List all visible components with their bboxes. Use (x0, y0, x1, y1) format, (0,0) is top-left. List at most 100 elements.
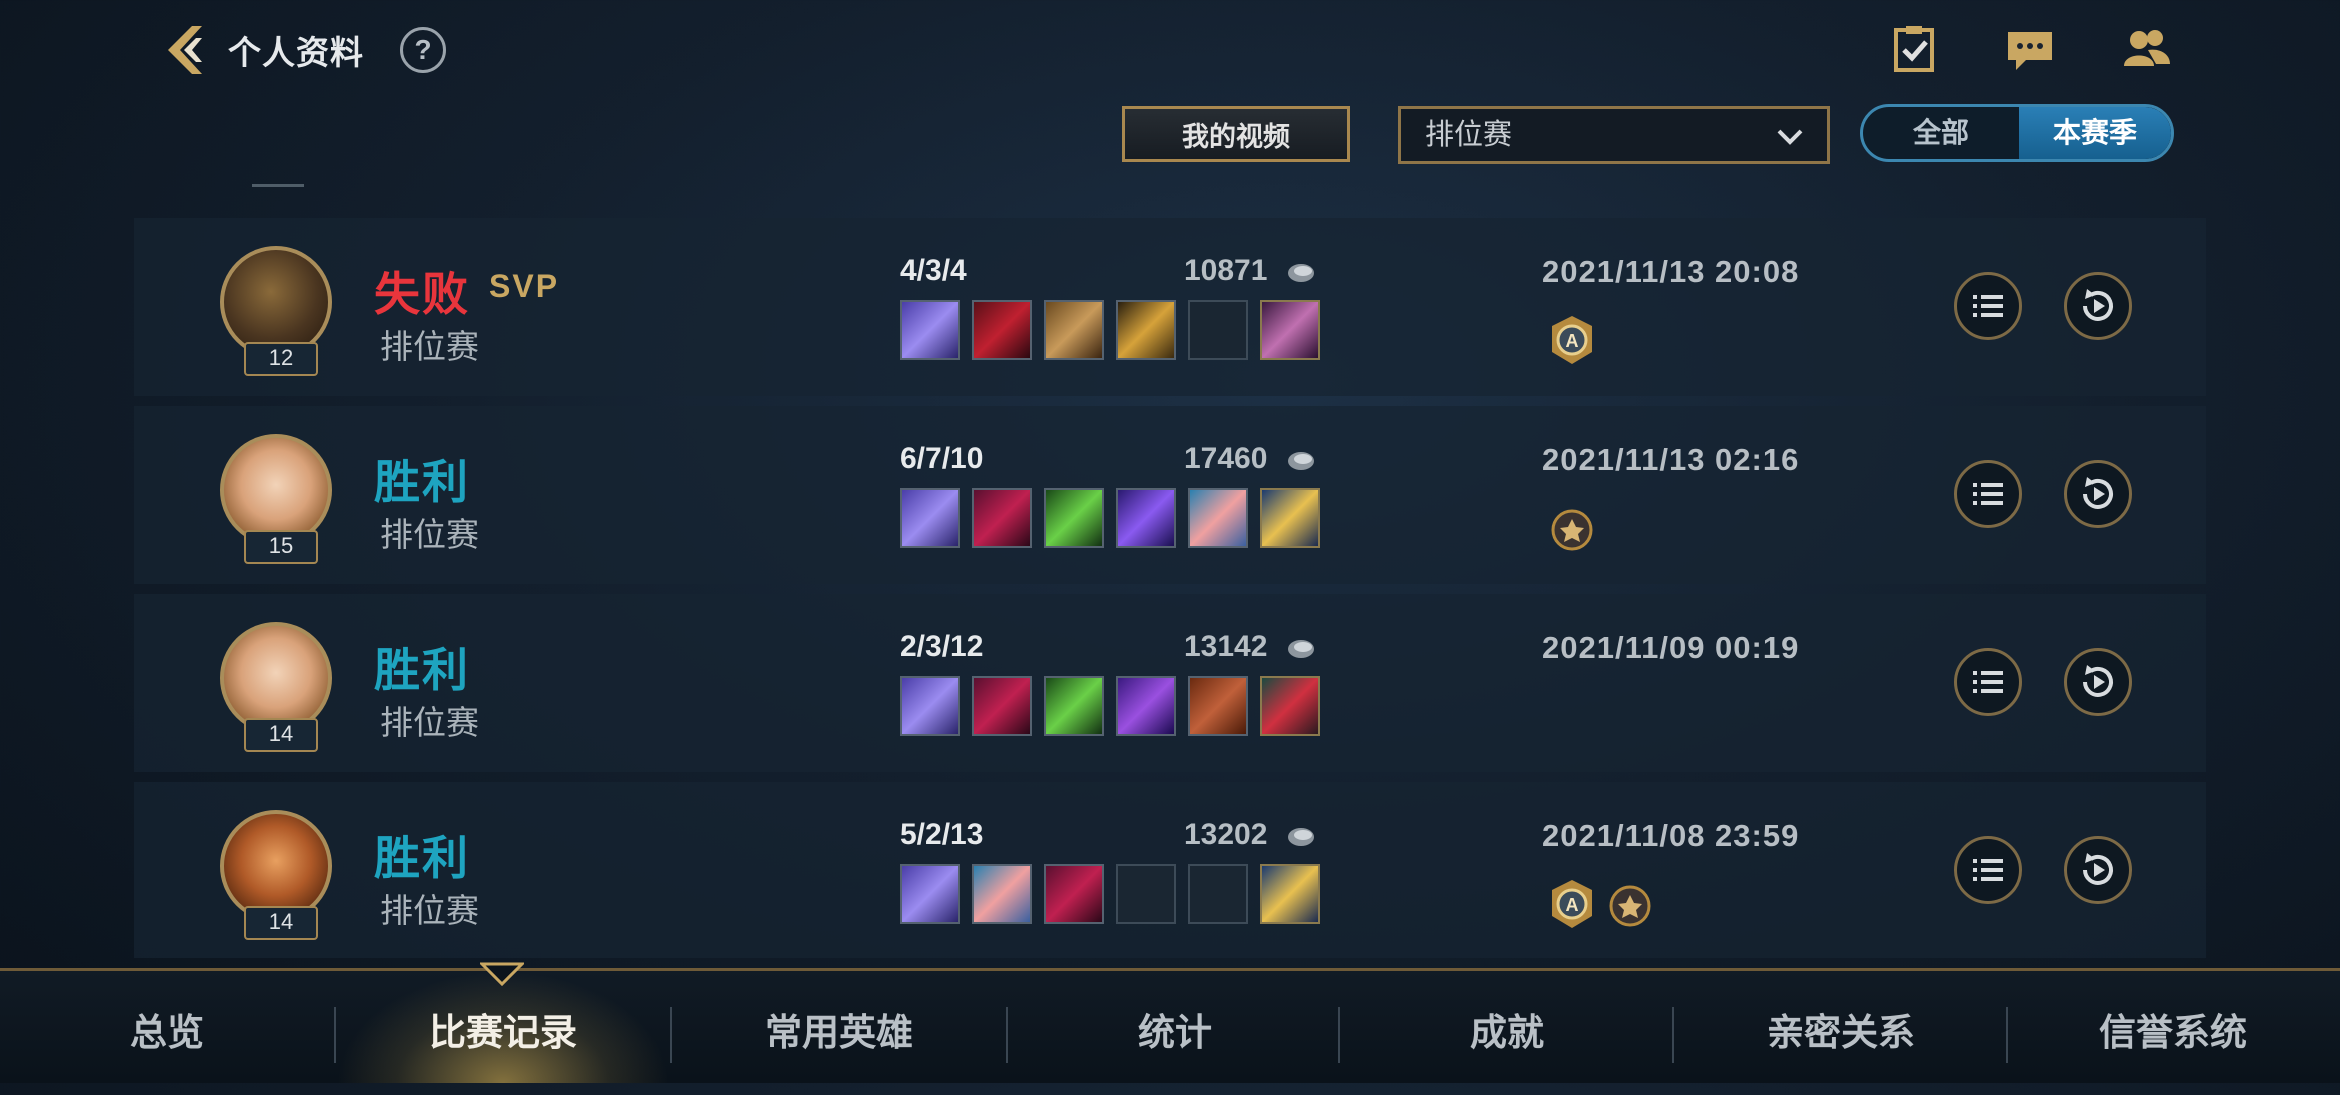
item-slot-4 (1116, 488, 1176, 548)
tab-intimate-relations[interactable]: 亲密关系 (1674, 971, 2008, 1083)
match-datetime: 2021/11/08 23:59 (1542, 818, 1800, 853)
kda: 5/2/13 (900, 818, 984, 851)
item-slot-4 (1116, 676, 1176, 736)
item-slot-4 (1116, 300, 1176, 360)
champion-level: 14 (244, 906, 318, 940)
match-replay-button[interactable] (2064, 272, 2132, 340)
match-details-button[interactable] (1954, 460, 2022, 528)
medal-badge-icon (1551, 509, 1593, 551)
item-slot-trinket (1260, 488, 1320, 548)
tab-honor-system[interactable]: 信誉系统 (2006, 971, 2340, 1083)
chat-icon[interactable] (2004, 24, 2056, 74)
match-details-button[interactable] (1954, 836, 2022, 904)
match-row[interactable]: 14 胜利 排位赛 5/2/13 13202 2021/11/08 23:59 … (134, 782, 2206, 958)
toggle-this-season[interactable]: 本赛季 (2019, 107, 2171, 159)
game-mode-select[interactable]: 排位赛 (1398, 106, 1830, 164)
item-slot-3 (1044, 300, 1104, 360)
page-title: 个人资料 (228, 34, 364, 71)
match-datetime: 2021/11/13 20:08 (1542, 254, 1800, 289)
match-datetime: 2021/11/13 02:16 (1542, 442, 1800, 477)
tab-favorite-champions[interactable]: 常用英雄 (672, 971, 1006, 1083)
item-slot-trinket (1260, 676, 1320, 736)
svg-text:A: A (1566, 331, 1579, 351)
item-slot-3 (1044, 864, 1104, 924)
item-slot-5-empty (1188, 300, 1248, 360)
gold-coin-icon (1288, 452, 1314, 470)
chevron-down-icon (1777, 129, 1803, 145)
item-slot-5-empty (1188, 864, 1248, 924)
active-tab-indicator-icon (480, 962, 524, 987)
rank-a-badge-icon: A (1552, 316, 1592, 364)
friends-icon[interactable] (2120, 24, 2172, 74)
replay-icon (2083, 477, 2113, 509)
svg-text:A: A (1566, 895, 1579, 915)
medal-badge-icon (1609, 885, 1651, 927)
item-slot-5 (1188, 488, 1248, 548)
list-icon (1973, 859, 2003, 881)
toggle-all[interactable]: 全部 (1863, 107, 2019, 159)
tab-achievements[interactable]: 成就 (1340, 971, 1674, 1083)
match-mode: 排位赛 (380, 704, 479, 741)
help-button[interactable]: ? (400, 27, 446, 73)
match-mode: 排位赛 (380, 516, 479, 553)
match-details-button[interactable] (1954, 272, 2022, 340)
gold-coin-icon (1288, 828, 1314, 846)
item-slot-trinket (1260, 864, 1320, 924)
champion-level: 15 (244, 530, 318, 564)
gold-coin-icon (1288, 264, 1314, 282)
match-row[interactable]: 12 失败 SVP 排位赛 4/3/4 10871 2021/11/13 20:… (134, 218, 2206, 396)
item-slot-trinket (1260, 300, 1320, 360)
list-icon (1973, 671, 2003, 693)
task-checklist-icon[interactable] (1888, 24, 1940, 74)
rank-a-badge-icon: A (1552, 880, 1592, 928)
gold-amount: 13202 (1184, 818, 1268, 851)
item-slot-3 (1044, 676, 1104, 736)
item-slot-1 (900, 864, 960, 924)
item-slot-1 (900, 300, 960, 360)
match-details-button[interactable] (1954, 648, 2022, 716)
item-slot-5 (1188, 676, 1248, 736)
game-mode-select-value: 排位赛 (1425, 119, 1513, 151)
gold-amount: 17460 (1184, 442, 1268, 475)
tab-overview[interactable]: 总览 (0, 971, 334, 1083)
item-slot-2 (972, 864, 1032, 924)
gold-amount: 10871 (1184, 254, 1268, 287)
item-slot-2 (972, 488, 1032, 548)
season-toggle[interactable]: 全部 本赛季 (1860, 104, 2174, 162)
gold-coin-icon (1288, 640, 1314, 658)
match-mode: 排位赛 (380, 892, 479, 929)
my-video-button[interactable]: 我的视频 (1122, 106, 1350, 162)
match-row[interactable]: 14 胜利 排位赛 2/3/12 13142 2021/11/09 00:19 (134, 594, 2206, 772)
match-result: 胜利 (374, 456, 470, 508)
match-replay-button[interactable] (2064, 836, 2132, 904)
list-icon (1973, 295, 2003, 317)
match-result: 失败 (374, 268, 470, 320)
item-slot-3 (1044, 488, 1104, 548)
champion-level: 14 (244, 718, 318, 752)
match-datetime: 2021/11/09 00:19 (1542, 630, 1800, 665)
match-result: 胜利 (374, 832, 470, 884)
match-mode: 排位赛 (380, 328, 479, 365)
replay-icon (2083, 289, 2113, 321)
tab-statistics[interactable]: 统计 (1008, 971, 1342, 1083)
list-icon (1973, 483, 2003, 505)
item-slot-4-empty (1116, 864, 1176, 924)
match-replay-button[interactable] (2064, 648, 2132, 716)
kda: 6/7/10 (900, 442, 984, 475)
svp-badge: SVP (489, 268, 560, 304)
match-replay-button[interactable] (2064, 460, 2132, 528)
kda: 2/3/12 (900, 630, 984, 663)
item-slot-2 (972, 676, 1032, 736)
replay-icon (2083, 665, 2113, 697)
item-slot-1 (900, 488, 960, 548)
match-result: 胜利 (374, 644, 470, 696)
item-slot-2 (972, 300, 1032, 360)
kda: 4/3/4 (900, 254, 967, 287)
match-row[interactable]: 15 胜利 排位赛 6/7/10 17460 2021/11/13 02:16 (134, 406, 2206, 584)
scroll-indicator (252, 184, 304, 187)
bottom-nav: 总览 比赛记录 常用英雄 统计 成就 亲密关系 信誉系统 (0, 968, 2340, 1083)
item-slot-1 (900, 676, 960, 736)
gold-amount: 13142 (1184, 630, 1268, 663)
back-arrow-icon[interactable] (156, 20, 216, 80)
replay-icon (2083, 853, 2113, 885)
